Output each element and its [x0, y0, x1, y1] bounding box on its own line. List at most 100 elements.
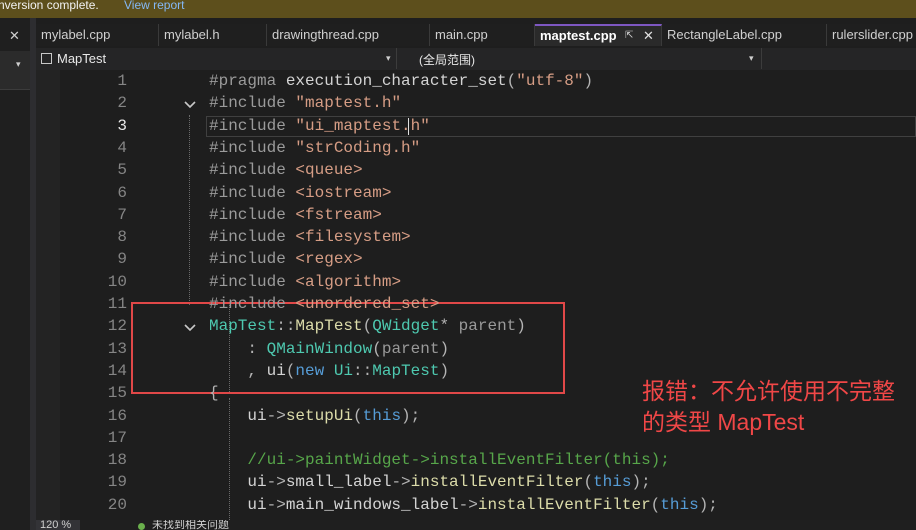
line-number: 12: [107, 317, 127, 336]
tab-label: maptest.cpp: [540, 28, 617, 43]
code-line[interactable]: //ui->paintWidget->installEventFilter(th…: [209, 451, 669, 469]
code-line[interactable]: #include <fstream>: [209, 206, 382, 224]
tab-drawingthread-cpp[interactable]: drawingthread.cpp: [267, 24, 430, 46]
code-token: <unordered_set>: [295, 295, 440, 313]
code-token: (: [583, 473, 594, 492]
info-bar: nversion complete. View report: [0, 0, 916, 18]
line-number: 7: [117, 205, 127, 224]
line-number: 13: [107, 339, 127, 358]
code-token: small_label: [285, 473, 392, 492]
code-token: ->: [391, 473, 411, 492]
project-icon: [41, 53, 52, 64]
code-line[interactable]: #include "maptest.h": [209, 94, 401, 112]
code-token: "strCoding.h": [295, 138, 421, 157]
code-line[interactable]: #pragma execution_character_set("utf-8"): [209, 72, 593, 90]
code-token: #include: [209, 272, 296, 291]
code-token: ::: [353, 361, 373, 380]
tab-rulerslider-cpp[interactable]: rulerslider.cpp: [827, 24, 916, 46]
project-dropdown[interactable]: MapTest ▾: [36, 48, 397, 69]
code-token: QWidget: [372, 317, 440, 336]
code-token: #include: [209, 228, 296, 247]
tab-maptest-cpp[interactable]: maptest.cpp ⇱ ✕: [535, 24, 662, 46]
code-token: parent: [381, 339, 440, 358]
code-token: (: [650, 495, 661, 514]
code-line[interactable]: #include "strCoding.h": [209, 139, 420, 157]
view-report-link[interactable]: View report: [124, 0, 184, 11]
pin-icon[interactable]: ⇱: [625, 26, 633, 46]
code-line[interactable]: ui->setupUi(this);: [209, 407, 420, 425]
code-token: ->: [458, 495, 478, 514]
code-line[interactable]: , ui(new Ui::MapTest): [209, 362, 449, 380]
chevron-down-icon: ▾: [386, 53, 391, 63]
code-line[interactable]: #include <iostream>: [209, 184, 391, 202]
code-line[interactable]: ui->small_label->installEventFilter(this…: [209, 473, 651, 492]
code-token: installEventFilter: [477, 495, 651, 514]
code-token: Ui: [333, 361, 354, 380]
close-tab-icon[interactable]: ✕: [643, 26, 654, 46]
tab-label: mylabel.cpp: [41, 27, 111, 42]
tab-mylabel-cpp[interactable]: mylabel.cpp: [36, 24, 159, 46]
line-number: 15: [107, 384, 127, 403]
status-bar: 120 % 未找到相关问题: [36, 520, 916, 530]
scope-dropdown[interactable]: (全局范围) ▾: [397, 48, 762, 69]
code-line[interactable]: MapTest::MapTest(QWidget* parent): [209, 317, 526, 335]
issues-status[interactable]: 未找到相关问题: [152, 520, 229, 530]
line-number: 3: [117, 116, 127, 135]
tab-label: drawingthread.cpp: [272, 27, 379, 42]
code-editor[interactable]: 报错：不允许使用不完整 的类型 MapTest 1 #pragma executi…: [36, 70, 916, 520]
code-token: );: [631, 473, 651, 492]
code-line[interactable]: ui->main_windows_label->installEventFilt…: [209, 495, 718, 514]
fold-chevron-icon[interactable]: [184, 100, 196, 110]
pane-dropdown[interactable]: ▾: [0, 51, 30, 90]
line-number: 8: [117, 228, 127, 247]
code-token: ): [439, 339, 450, 358]
code-token: MapTest: [372, 361, 440, 380]
code-token: <regex>: [295, 250, 363, 269]
code-token: #include: [209, 250, 296, 269]
line-number: 1: [117, 72, 127, 90]
code-token: #pragma: [209, 72, 286, 90]
code-token: this: [593, 473, 632, 492]
tab-rectanglelabel-cpp[interactable]: RectangleLabel.cpp: [662, 24, 827, 46]
code-line[interactable]: {: [209, 384, 219, 402]
scope-label: (全局范围): [419, 53, 475, 67]
code-line[interactable]: #include <algorithm>: [209, 273, 401, 291]
chevron-down-icon: ▾: [16, 59, 21, 69]
code-line[interactable]: #include "ui_maptest.h": [209, 117, 430, 135]
code-token: (: [285, 361, 296, 380]
code-token: );: [698, 495, 718, 514]
code-token: ->: [266, 495, 286, 514]
code-line[interactable]: #include <filesystem>: [209, 228, 411, 246]
code-token: MapTest: [209, 317, 277, 336]
code-token: #include: [209, 161, 296, 180]
line-number: 19: [107, 473, 127, 492]
code-line[interactable]: #include <regex>: [209, 250, 363, 268]
code-token: "utf-8": [516, 72, 584, 90]
navigation-bar: MapTest ▾ (全局范围) ▾: [36, 48, 916, 71]
fold-chevron-icon[interactable]: [184, 323, 196, 333]
code-token: this: [362, 406, 402, 425]
annotation-line: 报错：不允许使用不完整: [642, 378, 895, 404]
tab-label: rulerslider.cpp: [832, 27, 913, 42]
line-number: 6: [117, 183, 127, 202]
code-line[interactable]: #include <queue>: [209, 161, 363, 179]
zoom-level[interactable]: 120 %: [36, 520, 80, 530]
tab-strip: mylabel.cpp mylabel.h drawingthread.cpp …: [36, 24, 916, 46]
code-token: ): [439, 361, 450, 380]
code-token: (: [372, 339, 382, 358]
tab-mylabel-h[interactable]: mylabel.h: [159, 24, 267, 46]
code-token: #include: [209, 94, 296, 113]
code-token: <filesystem>: [295, 228, 411, 247]
tab-main-cpp[interactable]: main.cpp: [430, 24, 535, 46]
line-number: 5: [117, 161, 127, 180]
line-number: 18: [107, 451, 127, 470]
code-token: ui: [209, 406, 267, 425]
code-token: *: [439, 317, 459, 336]
code-line[interactable]: #include <unordered_set>: [209, 295, 439, 313]
code-token: execution_character_set: [285, 72, 507, 90]
code-token: <algorithm>: [295, 272, 402, 291]
code-line[interactable]: : QMainWindow(parent): [209, 340, 449, 358]
close-icon[interactable]: ✕: [9, 28, 20, 44]
info-message: nversion complete.: [0, 0, 99, 12]
code-token: );: [401, 406, 421, 425]
